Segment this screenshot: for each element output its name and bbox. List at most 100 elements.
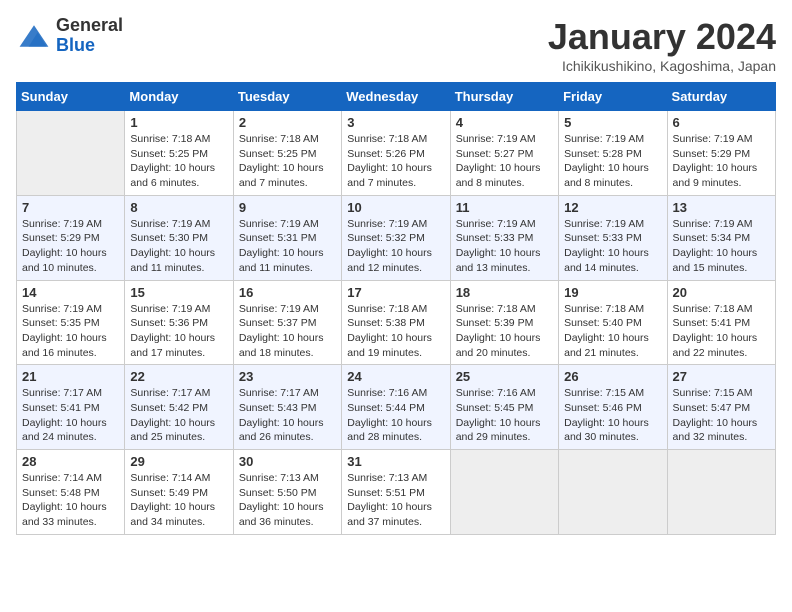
calendar-cell: 11 Sunrise: 7:19 AM Sunset: 5:33 PM Dayli… — [450, 195, 558, 280]
day-number: 3 — [347, 115, 444, 130]
day-info: Sunrise: 7:17 AM Sunset: 5:43 PM Dayligh… — [239, 386, 336, 445]
day-number: 13 — [673, 200, 770, 215]
day-number: 24 — [347, 369, 444, 384]
calendar-cell: 1 Sunrise: 7:18 AM Sunset: 5:25 PM Daylig… — [125, 111, 233, 196]
calendar-cell: 6Sunrise: 7:19 AM Sunset: 5:29 PM Daylig… — [667, 111, 775, 196]
calendar-cell — [667, 450, 775, 535]
day-info: Sunrise: 7:15 AM Sunset: 5:47 PM Dayligh… — [673, 386, 770, 445]
day-info: Sunrise: 7:19 AM Sunset: 5:30 PM Dayligh… — [130, 217, 227, 276]
calendar-week-row: 1 Sunrise: 7:18 AM Sunset: 5:25 PM Daylig… — [17, 111, 776, 196]
day-info: Sunrise: 7:19 AM Sunset: 5:37 PM Dayligh… — [239, 302, 336, 361]
day-info: Sunrise: 7:19 AM Sunset: 5:35 PM Dayligh… — [22, 302, 119, 361]
calendar-week-row: 14Sunrise: 7:19 AM Sunset: 5:35 PM Dayli… — [17, 280, 776, 365]
day-info: Sunrise: 7:14 AM Sunset: 5:49 PM Dayligh… — [130, 471, 227, 530]
day-number: 28 — [22, 454, 119, 469]
day-number: 7 — [22, 200, 119, 215]
calendar-cell — [17, 111, 125, 196]
location-subtitle: Ichikikushikino, Kagoshima, Japan — [548, 58, 776, 74]
day-info: Sunrise: 7:17 AM Sunset: 5:41 PM Dayligh… — [22, 386, 119, 445]
day-info: Sunrise: 7:18 AM Sunset: 5:38 PM Dayligh… — [347, 302, 444, 361]
calendar-cell: 4 Sunrise: 7:19 AM Sunset: 5:27 PM Daylig… — [450, 111, 558, 196]
calendar-cell — [450, 450, 558, 535]
day-info: Sunrise: 7:17 AM Sunset: 5:42 PM Dayligh… — [130, 386, 227, 445]
calendar-cell: 15 Sunrise: 7:19 AM Sunset: 5:36 PM Dayli… — [125, 280, 233, 365]
day-info: Sunrise: 7:16 AM Sunset: 5:44 PM Dayligh… — [347, 386, 444, 445]
day-number: 1 — [130, 115, 227, 130]
day-info: Sunrise: 7:13 AM Sunset: 5:51 PM Dayligh… — [347, 471, 444, 530]
day-number: 19 — [564, 285, 661, 300]
day-info: Sunrise: 7:14 AM Sunset: 5:48 PM Dayligh… — [22, 471, 119, 530]
day-info: Sunrise: 7:18 AM Sunset: 5:26 PM Dayligh… — [347, 132, 444, 191]
day-info: Sunrise: 7:15 AM Sunset: 5:46 PM Dayligh… — [564, 386, 661, 445]
calendar-cell: 27Sunrise: 7:15 AM Sunset: 5:47 PM Dayli… — [667, 365, 775, 450]
weekday-header-sunday: Sunday — [17, 83, 125, 111]
weekday-header-saturday: Saturday — [667, 83, 775, 111]
day-number: 16 — [239, 285, 336, 300]
calendar-cell: 17 Sunrise: 7:18 AM Sunset: 5:38 PM Dayli… — [342, 280, 450, 365]
calendar-cell: 20Sunrise: 7:18 AM Sunset: 5:41 PM Dayli… — [667, 280, 775, 365]
day-number: 17 — [347, 285, 444, 300]
logo-general-text: General — [56, 16, 123, 36]
day-number: 31 — [347, 454, 444, 469]
calendar-cell: 21 Sunrise: 7:17 AM Sunset: 5:41 PM Dayli… — [17, 365, 125, 450]
day-number: 21 — [22, 369, 119, 384]
calendar-week-row: 21 Sunrise: 7:17 AM Sunset: 5:41 PM Dayli… — [17, 365, 776, 450]
calendar-week-row: 28 Sunrise: 7:14 AM Sunset: 5:48 PM Dayli… — [17, 450, 776, 535]
weekday-header-wednesday: Wednesday — [342, 83, 450, 111]
weekday-header-row: SundayMondayTuesdayWednesdayThursdayFrid… — [17, 83, 776, 111]
calendar-cell: 3 Sunrise: 7:18 AM Sunset: 5:26 PM Daylig… — [342, 111, 450, 196]
calendar-cell: 18 Sunrise: 7:18 AM Sunset: 5:39 PM Dayli… — [450, 280, 558, 365]
day-info: Sunrise: 7:18 AM Sunset: 5:25 PM Dayligh… — [239, 132, 336, 191]
day-info: Sunrise: 7:16 AM Sunset: 5:45 PM Dayligh… — [456, 386, 553, 445]
calendar-cell: 26 Sunrise: 7:15 AM Sunset: 5:46 PM Dayli… — [559, 365, 667, 450]
calendar-cell: 13 Sunrise: 7:19 AM Sunset: 5:34 PM Dayli… — [667, 195, 775, 280]
day-info: Sunrise: 7:19 AM Sunset: 5:36 PM Dayligh… — [130, 302, 227, 361]
day-info: Sunrise: 7:19 AM Sunset: 5:31 PM Dayligh… — [239, 217, 336, 276]
day-number: 10 — [347, 200, 444, 215]
weekday-header-monday: Monday — [125, 83, 233, 111]
day-number: 2 — [239, 115, 336, 130]
calendar-cell: 16 Sunrise: 7:19 AM Sunset: 5:37 PM Dayli… — [233, 280, 341, 365]
calendar-cell: 9 Sunrise: 7:19 AM Sunset: 5:31 PM Daylig… — [233, 195, 341, 280]
day-info: Sunrise: 7:19 AM Sunset: 5:34 PM Dayligh… — [673, 217, 770, 276]
day-number: 29 — [130, 454, 227, 469]
calendar-cell: 10Sunrise: 7:19 AM Sunset: 5:32 PM Dayli… — [342, 195, 450, 280]
logo-blue-text: Blue — [56, 36, 123, 56]
day-number: 22 — [130, 369, 227, 384]
day-info: Sunrise: 7:19 AM Sunset: 5:29 PM Dayligh… — [22, 217, 119, 276]
title-block: January 2024 Ichikikushikino, Kagoshima,… — [548, 16, 776, 74]
calendar-cell: 5 Sunrise: 7:19 AM Sunset: 5:28 PM Daylig… — [559, 111, 667, 196]
weekday-header-thursday: Thursday — [450, 83, 558, 111]
day-number: 11 — [456, 200, 553, 215]
weekday-header-friday: Friday — [559, 83, 667, 111]
calendar-table: SundayMondayTuesdayWednesdayThursdayFrid… — [16, 82, 776, 535]
calendar-cell: 28 Sunrise: 7:14 AM Sunset: 5:48 PM Dayli… — [17, 450, 125, 535]
weekday-header-tuesday: Tuesday — [233, 83, 341, 111]
calendar-cell — [559, 450, 667, 535]
calendar-cell: 22 Sunrise: 7:17 AM Sunset: 5:42 PM Dayli… — [125, 365, 233, 450]
day-info: Sunrise: 7:13 AM Sunset: 5:50 PM Dayligh… — [239, 471, 336, 530]
day-number: 30 — [239, 454, 336, 469]
month-title: January 2024 — [548, 16, 776, 58]
calendar-cell: 12Sunrise: 7:19 AM Sunset: 5:33 PM Dayli… — [559, 195, 667, 280]
day-info: Sunrise: 7:18 AM Sunset: 5:25 PM Dayligh… — [130, 132, 227, 191]
day-info: Sunrise: 7:19 AM Sunset: 5:27 PM Dayligh… — [456, 132, 553, 191]
day-number: 5 — [564, 115, 661, 130]
day-number: 26 — [564, 369, 661, 384]
logo-icon — [16, 18, 52, 54]
day-info: Sunrise: 7:18 AM Sunset: 5:40 PM Dayligh… — [564, 302, 661, 361]
calendar-cell: 30 Sunrise: 7:13 AM Sunset: 5:50 PM Dayli… — [233, 450, 341, 535]
day-info: Sunrise: 7:18 AM Sunset: 5:39 PM Dayligh… — [456, 302, 553, 361]
logo: General Blue — [16, 16, 123, 56]
day-number: 18 — [456, 285, 553, 300]
calendar-week-row: 7 Sunrise: 7:19 AM Sunset: 5:29 PM Daylig… — [17, 195, 776, 280]
day-number: 4 — [456, 115, 553, 130]
day-info: Sunrise: 7:19 AM Sunset: 5:28 PM Dayligh… — [564, 132, 661, 191]
day-info: Sunrise: 7:19 AM Sunset: 5:33 PM Dayligh… — [564, 217, 661, 276]
day-number: 6 — [673, 115, 770, 130]
day-number: 8 — [130, 200, 227, 215]
day-number: 15 — [130, 285, 227, 300]
calendar-cell: 7 Sunrise: 7:19 AM Sunset: 5:29 PM Daylig… — [17, 195, 125, 280]
day-info: Sunrise: 7:19 AM Sunset: 5:33 PM Dayligh… — [456, 217, 553, 276]
day-number: 9 — [239, 200, 336, 215]
